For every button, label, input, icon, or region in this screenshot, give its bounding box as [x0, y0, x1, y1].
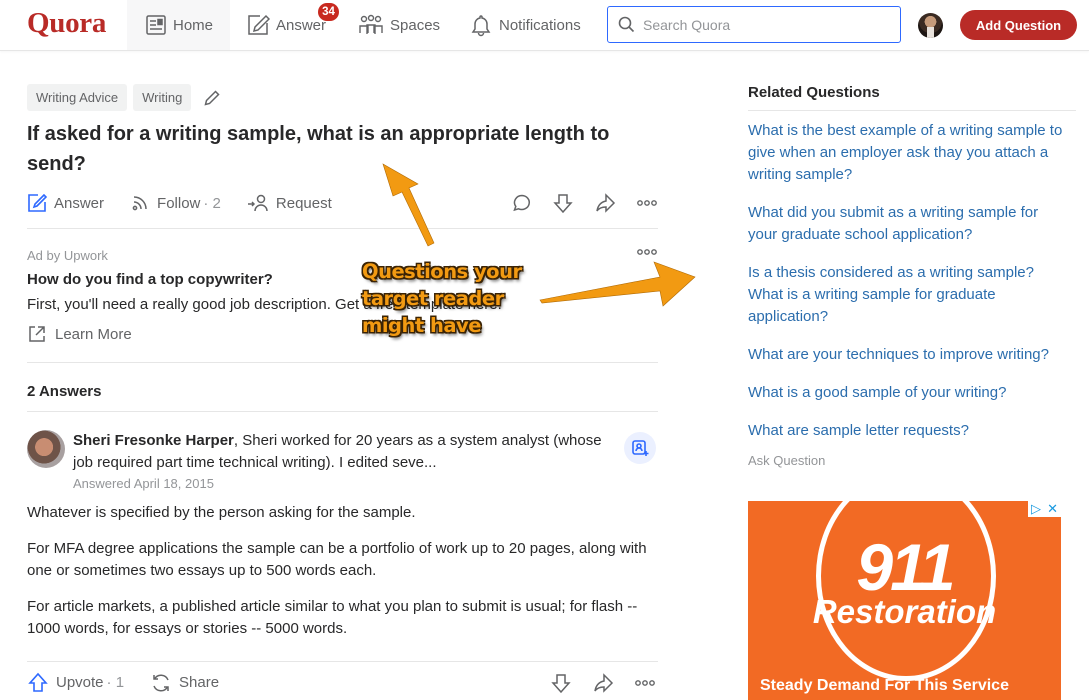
ad-title[interactable]: How do you find a top copywriter? [27, 271, 658, 288]
pencil-square-icon [248, 14, 270, 35]
nav-home[interactable]: Home [127, 0, 230, 50]
request-label: Request [275, 194, 332, 212]
related-questions-panel: Related Questions What is the best examp… [748, 84, 1076, 468]
topic-tag[interactable]: Writing [133, 84, 192, 111]
add-person-icon [632, 440, 649, 456]
topic-tag[interactable]: Writing Advice [27, 84, 128, 111]
home-feed-icon [146, 15, 166, 35]
nav-spaces-label: Spaces [390, 16, 441, 34]
ad-choices-icon[interactable]: ▷ [1031, 501, 1041, 517]
top-navigation-bar: Quora Home Answer 34 Spaces Notification… [0, 0, 1089, 51]
answer-count-badge: 34 [318, 3, 339, 21]
question-actions: Answer Follow · 2 Request [27, 188, 658, 218]
answer-paragraph: For MFA degree applications the sample c… [27, 540, 647, 579]
ad-text: First, you'll need a really good job des… [27, 296, 502, 313]
follow-button[interactable]: Follow · 2 [130, 193, 221, 213]
question-secondary-actions [512, 192, 658, 214]
related-questions-heading: Related Questions [748, 84, 1076, 111]
request-button[interactable]: Request [247, 193, 332, 213]
quora-logo[interactable]: Quora [27, 7, 106, 40]
share-label: Share [179, 674, 220, 691]
ad-brand-name: Restoration [812, 593, 997, 630]
external-link-icon [29, 326, 45, 342]
follow-count: · 2 [203, 194, 221, 212]
bell-icon [471, 15, 491, 37]
answer-paragraph: For article markets, a published article… [27, 598, 638, 637]
share-cycle-icon [153, 673, 169, 692]
answer-body: Whatever is specified by the person aski… [27, 502, 658, 640]
nav-spaces[interactable]: Spaces [358, 0, 440, 50]
edit-topics-pencil-icon[interactable] [203, 89, 221, 107]
add-question-button[interactable]: Add Question [960, 10, 1077, 40]
more-options-icon[interactable] [636, 199, 658, 207]
share-arrow-icon[interactable] [594, 192, 616, 214]
rss-follow-icon [132, 196, 147, 211]
ad-more-options-icon[interactable] [636, 248, 658, 256]
pencil-square-icon [28, 193, 47, 212]
related-question-link[interactable]: What is a good sample of your writing? [748, 382, 1070, 404]
request-person-icon [247, 194, 268, 212]
ad-tagline: Steady Demand For This Service [760, 677, 1009, 694]
follow-author-button[interactable] [624, 432, 656, 464]
ad-choices[interactable]: ▷ ✕ [1028, 501, 1061, 517]
follow-label: Follow [157, 194, 201, 212]
search-icon [618, 16, 635, 33]
search-box[interactable] [607, 6, 901, 43]
nav-home-label: Home [173, 16, 214, 34]
upvote-button[interactable]: Upvote · 1 [27, 672, 124, 694]
downvote-icon[interactable] [552, 192, 574, 214]
divider [27, 411, 658, 412]
nav-answer-label: Answer [276, 16, 327, 34]
user-avatar[interactable] [918, 13, 943, 38]
nav-notifications-label: Notifications [499, 16, 581, 34]
share-arrow-icon[interactable] [592, 672, 614, 694]
topic-list: Writing Advice Writing [27, 84, 658, 111]
answer-date[interactable]: Answered April 18, 2015 [73, 474, 618, 494]
ad-label: Ad by Upwork [27, 248, 108, 263]
ad-close-icon[interactable]: ✕ [1047, 501, 1058, 517]
answer-item: Sheri Fresonke Harper, Sheri worked for … [27, 430, 658, 640]
display-ad-banner[interactable]: 911 Restoration Steady Demand For This S… [748, 501, 1061, 700]
annotation-label: Questions your target reader might have [362, 260, 522, 337]
related-question-link[interactable]: What are your techniques to improve writ… [748, 344, 1070, 366]
question-title: If asked for a writing sample, what is a… [27, 123, 610, 175]
share-button[interactable]: Share [150, 672, 219, 694]
upvote-label: Upvote [56, 674, 104, 691]
downvote-icon[interactable] [550, 672, 572, 694]
related-question-link[interactable]: Is a thesis considered as a writing samp… [748, 262, 1070, 328]
question-main-column: Writing Advice Writing If asked for a wr… [27, 84, 658, 640]
upvote-count: · 1 [106, 674, 125, 691]
search-input[interactable] [643, 16, 883, 33]
learn-more-link[interactable]: Learn More [27, 324, 658, 344]
answers-count-heading: 2 Answers [27, 383, 102, 400]
nav-notifications[interactable]: Notifications [469, 0, 581, 50]
people-group-icon [359, 14, 383, 34]
nav-answer[interactable]: Answer [246, 0, 326, 50]
ask-question-link[interactable]: Ask Question [748, 453, 1076, 468]
answer-button[interactable]: Answer [27, 193, 104, 213]
author-avatar[interactable] [27, 430, 65, 468]
related-question-link[interactable]: What did you submit as a writing sample … [748, 202, 1070, 246]
answer-actions: Upvote · 1 Share [27, 661, 658, 700]
upvote-icon [28, 672, 48, 692]
related-question-link[interactable]: What are sample letter requests? [748, 420, 1070, 442]
related-question-link[interactable]: What is the best example of a writing sa… [748, 120, 1070, 186]
answer-paragraph: Whatever is specified by the person aski… [27, 504, 416, 521]
author-name[interactable]: Sheri Fresonke Harper [73, 432, 234, 449]
learn-more-label: Learn More [55, 325, 132, 343]
comment-icon[interactable] [512, 193, 532, 213]
answer-secondary-actions [550, 672, 656, 694]
sponsored-ad: Ad by Upwork How do you find a top copyw… [27, 229, 658, 344]
more-options-icon[interactable] [634, 679, 656, 687]
answer-label: Answer [54, 194, 105, 212]
